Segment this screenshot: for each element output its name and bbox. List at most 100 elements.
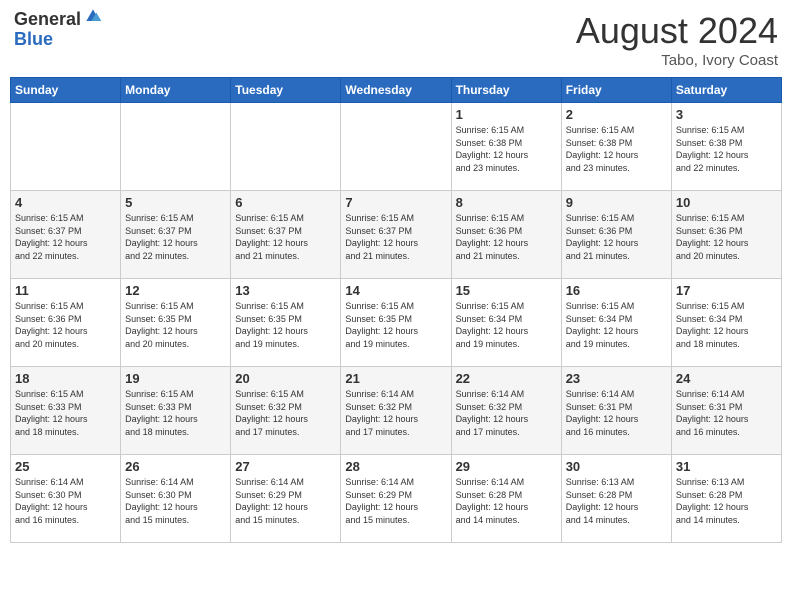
calendar-cell: 9 Sunrise: 6:15 AM Sunset: 6:36 PM Daylig… — [561, 191, 671, 279]
header-sunday: Sunday — [11, 78, 121, 103]
day-number: 11 — [15, 283, 116, 298]
day-info: Sunrise: 6:15 AM Sunset: 6:37 PM Dayligh… — [235, 212, 336, 262]
month-year-title: August 2024 — [576, 10, 778, 52]
calendar-cell: 24 Sunrise: 6:14 AM Sunset: 6:31 PM Dayli… — [671, 367, 781, 455]
day-number: 2 — [566, 107, 667, 122]
day-number: 25 — [15, 459, 116, 474]
day-number: 15 — [456, 283, 557, 298]
calendar-cell: 19 Sunrise: 6:15 AM Sunset: 6:33 PM Dayli… — [121, 367, 231, 455]
day-info: Sunrise: 6:15 AM Sunset: 6:33 PM Dayligh… — [15, 388, 116, 438]
day-info: Sunrise: 6:15 AM Sunset: 6:33 PM Dayligh… — [125, 388, 226, 438]
header-wednesday: Wednesday — [341, 78, 451, 103]
day-number: 4 — [15, 195, 116, 210]
day-number: 5 — [125, 195, 226, 210]
day-info: Sunrise: 6:15 AM Sunset: 6:38 PM Dayligh… — [566, 124, 667, 174]
calendar-cell: 25 Sunrise: 6:14 AM Sunset: 6:30 PM Dayli… — [11, 455, 121, 543]
day-info: Sunrise: 6:15 AM Sunset: 6:35 PM Dayligh… — [125, 300, 226, 350]
calendar-cell: 23 Sunrise: 6:14 AM Sunset: 6:31 PM Dayli… — [561, 367, 671, 455]
day-info: Sunrise: 6:13 AM Sunset: 6:28 PM Dayligh… — [676, 476, 777, 526]
page-header: General Blue August 2024 Tabo, Ivory Coa… — [10, 10, 782, 69]
day-number: 27 — [235, 459, 336, 474]
calendar-cell: 21 Sunrise: 6:14 AM Sunset: 6:32 PM Dayli… — [341, 367, 451, 455]
location-subtitle: Tabo, Ivory Coast — [576, 52, 778, 69]
day-info: Sunrise: 6:15 AM Sunset: 6:37 PM Dayligh… — [125, 212, 226, 262]
week-row-3: 11 Sunrise: 6:15 AM Sunset: 6:36 PM Dayli… — [11, 279, 782, 367]
day-info: Sunrise: 6:14 AM Sunset: 6:32 PM Dayligh… — [456, 388, 557, 438]
day-number: 7 — [345, 195, 446, 210]
day-number: 14 — [345, 283, 446, 298]
day-info: Sunrise: 6:15 AM Sunset: 6:38 PM Dayligh… — [676, 124, 777, 174]
day-info: Sunrise: 6:15 AM Sunset: 6:35 PM Dayligh… — [345, 300, 446, 350]
calendar-cell: 12 Sunrise: 6:15 AM Sunset: 6:35 PM Dayli… — [121, 279, 231, 367]
calendar-cell: 13 Sunrise: 6:15 AM Sunset: 6:35 PM Dayli… — [231, 279, 341, 367]
calendar-cell: 6Sunrise: 6:15 AM Sunset: 6:37 PM Daylig… — [231, 191, 341, 279]
day-number: 28 — [345, 459, 446, 474]
day-info: Sunrise: 6:15 AM Sunset: 6:36 PM Dayligh… — [566, 212, 667, 262]
calendar-cell: 28 Sunrise: 6:14 AM Sunset: 6:29 PM Dayli… — [341, 455, 451, 543]
day-number: 13 — [235, 283, 336, 298]
day-number: 18 — [15, 371, 116, 386]
day-number: 26 — [125, 459, 226, 474]
calendar-cell: 29 Sunrise: 6:14 AM Sunset: 6:28 PM Dayli… — [451, 455, 561, 543]
calendar-cell — [11, 103, 121, 191]
day-info: Sunrise: 6:15 AM Sunset: 6:37 PM Dayligh… — [345, 212, 446, 262]
calendar-cell: 20 Sunrise: 6:15 AM Sunset: 6:32 PM Dayli… — [231, 367, 341, 455]
day-info: Sunrise: 6:14 AM Sunset: 6:29 PM Dayligh… — [345, 476, 446, 526]
day-info: Sunrise: 6:15 AM Sunset: 6:36 PM Dayligh… — [676, 212, 777, 262]
title-block: August 2024 Tabo, Ivory Coast — [576, 10, 778, 69]
header-tuesday: Tuesday — [231, 78, 341, 103]
day-number: 29 — [456, 459, 557, 474]
header-monday: Monday — [121, 78, 231, 103]
calendar-cell — [121, 103, 231, 191]
week-row-2: 4 Sunrise: 6:15 AM Sunset: 6:37 PM Daylig… — [11, 191, 782, 279]
day-info: Sunrise: 6:15 AM Sunset: 6:34 PM Dayligh… — [676, 300, 777, 350]
day-info: Sunrise: 6:14 AM Sunset: 6:31 PM Dayligh… — [566, 388, 667, 438]
logo-general-text: General — [14, 10, 81, 30]
calendar-table: SundayMondayTuesdayWednesdayThursdayFrid… — [10, 77, 782, 543]
day-info: Sunrise: 6:15 AM Sunset: 6:32 PM Dayligh… — [235, 388, 336, 438]
calendar-cell: 1Sunrise: 6:15 AM Sunset: 6:38 PM Daylig… — [451, 103, 561, 191]
calendar-cell: 22 Sunrise: 6:14 AM Sunset: 6:32 PM Dayli… — [451, 367, 561, 455]
calendar-cell — [341, 103, 451, 191]
calendar-cell: 27 Sunrise: 6:14 AM Sunset: 6:29 PM Dayli… — [231, 455, 341, 543]
day-info: Sunrise: 6:15 AM Sunset: 6:36 PM Dayligh… — [456, 212, 557, 262]
day-info: Sunrise: 6:15 AM Sunset: 6:36 PM Dayligh… — [15, 300, 116, 350]
calendar-cell: 30Sunrise: 6:13 AM Sunset: 6:28 PM Dayli… — [561, 455, 671, 543]
day-number: 19 — [125, 371, 226, 386]
day-info: Sunrise: 6:14 AM Sunset: 6:29 PM Dayligh… — [235, 476, 336, 526]
day-number: 20 — [235, 371, 336, 386]
day-info: Sunrise: 6:14 AM Sunset: 6:31 PM Dayligh… — [676, 388, 777, 438]
calendar-cell: 14 Sunrise: 6:15 AM Sunset: 6:35 PM Dayli… — [341, 279, 451, 367]
day-number: 8 — [456, 195, 557, 210]
calendar-cell: 26 Sunrise: 6:14 AM Sunset: 6:30 PM Dayli… — [121, 455, 231, 543]
calendar-cell: 15 Sunrise: 6:15 AM Sunset: 6:34 PM Dayli… — [451, 279, 561, 367]
day-number: 12 — [125, 283, 226, 298]
day-number: 1 — [456, 107, 557, 122]
header-saturday: Saturday — [671, 78, 781, 103]
day-number: 9 — [566, 195, 667, 210]
day-info: Sunrise: 6:15 AM Sunset: 6:35 PM Dayligh… — [235, 300, 336, 350]
logo: General Blue — [14, 10, 103, 50]
calendar-cell: 8 Sunrise: 6:15 AM Sunset: 6:36 PM Daylig… — [451, 191, 561, 279]
calendar-cell: 18 Sunrise: 6:15 AM Sunset: 6:33 PM Dayli… — [11, 367, 121, 455]
day-info: Sunrise: 6:14 AM Sunset: 6:30 PM Dayligh… — [125, 476, 226, 526]
day-number: 21 — [345, 371, 446, 386]
week-row-5: 25 Sunrise: 6:14 AM Sunset: 6:30 PM Dayli… — [11, 455, 782, 543]
day-number: 30 — [566, 459, 667, 474]
day-number: 22 — [456, 371, 557, 386]
logo-icon — [83, 6, 103, 26]
day-info: Sunrise: 6:14 AM Sunset: 6:28 PM Dayligh… — [456, 476, 557, 526]
calendar-cell: 2 Sunrise: 6:15 AM Sunset: 6:38 PM Daylig… — [561, 103, 671, 191]
calendar-cell: 11 Sunrise: 6:15 AM Sunset: 6:36 PM Dayli… — [11, 279, 121, 367]
day-number: 10 — [676, 195, 777, 210]
day-info: Sunrise: 6:14 AM Sunset: 6:32 PM Dayligh… — [345, 388, 446, 438]
day-number: 17 — [676, 283, 777, 298]
day-info: Sunrise: 6:14 AM Sunset: 6:30 PM Dayligh… — [15, 476, 116, 526]
day-number: 24 — [676, 371, 777, 386]
calendar-cell: 16Sunrise: 6:15 AM Sunset: 6:34 PM Dayli… — [561, 279, 671, 367]
calendar-cell: 5 Sunrise: 6:15 AM Sunset: 6:37 PM Daylig… — [121, 191, 231, 279]
logo-blue-text: Blue — [14, 30, 103, 50]
day-info: Sunrise: 6:15 AM Sunset: 6:34 PM Dayligh… — [456, 300, 557, 350]
day-number: 23 — [566, 371, 667, 386]
week-row-1: 1 Sunrise: 6:15 AM Sunset: 6:38 PM Daylig… — [11, 103, 782, 191]
